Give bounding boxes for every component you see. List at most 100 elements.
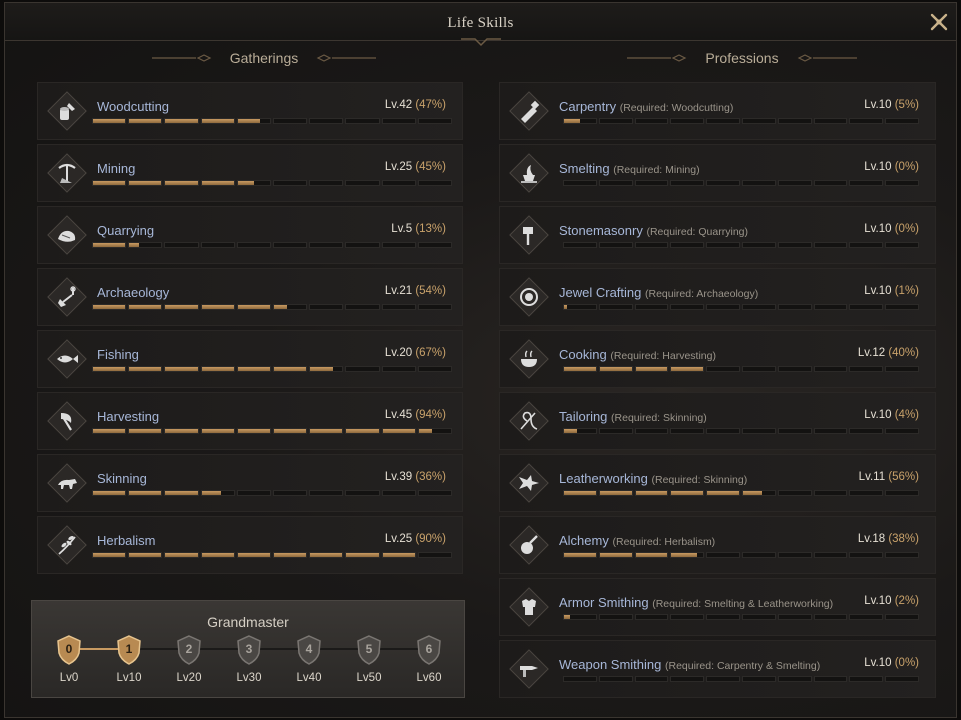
progress-segment <box>92 366 127 372</box>
progress-segment <box>670 614 705 620</box>
skill-name: Herbalism <box>97 533 156 548</box>
progress-segment <box>309 366 344 372</box>
progress-segment <box>309 118 344 124</box>
skill-name: Alchemy (Required: Herbalism) <box>559 533 715 548</box>
skill-row-weapon-smithing[interactable]: Weapon Smithing (Required: Carpentry & S… <box>499 640 936 698</box>
grandmaster-tier-badge[interactable]: 2 <box>175 635 203 665</box>
progress-segment <box>885 676 919 682</box>
skill-row-jewel-crafting[interactable]: Jewel Crafting (Required: Archaeology) Lv… <box>499 268 936 326</box>
progress-segment <box>128 242 163 248</box>
quarrying-icon <box>47 215 87 255</box>
skill-level: Lv.10 (0%) <box>864 657 919 669</box>
cooking-icon <box>509 339 549 379</box>
progress-segment <box>706 614 740 620</box>
stonemasonry-icon <box>509 215 549 255</box>
skill-row-stonemasonry[interactable]: Stonemasonry (Required: Quarrying) Lv.10 … <box>499 206 936 264</box>
grandmaster-tier-badge[interactable]: 0 <box>55 635 83 665</box>
skill-level: Lv.10 (4%) <box>864 409 919 421</box>
skill-row-herbalism[interactable]: Herbalism Lv.25 (90%) <box>37 516 463 574</box>
progress-segment <box>777 180 812 186</box>
skill-row-carpentry[interactable]: Carpentry (Required: Woodcutting) Lv.10 (… <box>499 82 936 140</box>
progress-segment <box>309 552 344 558</box>
progress-segment <box>813 366 848 372</box>
skill-row-tailoring[interactable]: Tailoring (Required: Skinning) Lv.10 (4%) <box>499 392 936 450</box>
skill-requirement: (Required: Quarrying) <box>646 226 748 238</box>
progress-segment <box>813 428 848 434</box>
skill-name: Woodcutting <box>97 99 169 114</box>
tier-number: 6 <box>425 642 433 656</box>
progress-segment <box>777 490 812 496</box>
progress-segment <box>273 118 308 124</box>
skill-name-label: Skinning <box>97 471 147 486</box>
skill-row-smelting[interactable]: Smelting (Required: Mining) Lv.10 (0%) <box>499 144 936 202</box>
skill-row-woodcutting[interactable]: Woodcutting Lv.42 (47%) <box>37 82 463 140</box>
grandmaster-tier-badge[interactable]: 1 <box>115 635 143 665</box>
grandmaster-tier-badge[interactable]: 3 <box>235 635 263 665</box>
skill-row-harvesting[interactable]: Harvesting Lv.45 (94%) <box>37 392 463 450</box>
progress-segment <box>777 428 812 434</box>
progress-segment <box>706 490 740 496</box>
progress-segment <box>813 242 848 248</box>
level-value: Lv.10 <box>864 657 892 669</box>
grandmaster-tier-badge[interactable]: 5 <box>355 635 383 665</box>
progress-segment <box>309 304 344 310</box>
progress-segment <box>885 552 919 558</box>
skill-progress-bar <box>563 366 919 372</box>
progress-segment <box>598 304 633 310</box>
progress-segment <box>741 118 776 124</box>
skill-name-label: Alchemy <box>559 533 609 548</box>
progress-segment <box>164 552 199 558</box>
mining-icon <box>47 153 87 193</box>
level-percent: (0%) <box>894 161 919 173</box>
progress-segment <box>563 428 597 434</box>
skill-row-mining[interactable]: Mining Lv.25 (45%) <box>37 144 463 202</box>
header-ornament-icon <box>316 54 377 62</box>
skill-row-fishing[interactable]: Fishing Lv.20 (67%) <box>37 330 463 388</box>
progress-segment <box>598 614 633 620</box>
progress-segment <box>164 490 199 496</box>
skill-row-quarrying[interactable]: Quarrying Lv.5 (13%) <box>37 206 463 264</box>
progress-segment <box>417 118 453 124</box>
skill-row-leatherworking[interactable]: Leatherworking (Required: Skinning) Lv.11… <box>499 454 936 512</box>
skill-name-label: Cooking <box>559 347 607 362</box>
progress-segment <box>777 614 812 620</box>
progress-segment <box>345 490 380 496</box>
skill-requirement: (Required: Harvesting) <box>610 350 716 362</box>
level-value: Lv.10 <box>864 99 892 111</box>
weapon-smithing-icon <box>509 649 549 689</box>
progress-segment <box>563 242 597 248</box>
progress-segment <box>200 180 235 186</box>
skill-row-alchemy[interactable]: Alchemy (Required: Herbalism) Lv.18 (38%) <box>499 516 936 574</box>
progress-segment <box>634 366 669 372</box>
progress-segment <box>885 118 919 124</box>
skill-name-label: Carpentry <box>559 99 617 114</box>
progress-segment <box>885 490 919 496</box>
skill-row-skinning[interactable]: Skinning Lv.39 (36%) <box>37 454 463 512</box>
progress-segment <box>634 676 669 682</box>
progress-segment <box>813 614 848 620</box>
skill-row-cooking[interactable]: Cooking (Required: Harvesting) Lv.12 (40%… <box>499 330 936 388</box>
skill-row-armor-smithing[interactable]: Armor Smithing (Required: Smelting & Lea… <box>499 578 936 636</box>
progress-segment <box>381 366 416 372</box>
gatherings-header: Gatherings <box>148 48 380 68</box>
level-value: Lv.25 <box>384 533 413 545</box>
skill-level: Lv.12 (40%) <box>858 347 919 359</box>
skill-row-archaeology[interactable]: Archaeology Lv.21 (54%) <box>37 268 463 326</box>
skill-progress-bar <box>92 366 453 372</box>
progress-segment <box>236 242 272 248</box>
level-percent: (0%) <box>894 223 919 235</box>
grandmaster-panel: Grandmaster 0 Lv0 1 Lv10 2 Lv20 3 Lv30 4 Lv40 5 Lv5… <box>31 600 465 698</box>
close-icon[interactable] <box>928 11 950 33</box>
skill-name-label: Tailoring <box>559 409 608 424</box>
level-percent: (67%) <box>415 347 446 359</box>
grandmaster-tier-badge[interactable]: 4 <box>295 635 323 665</box>
progress-segment <box>273 490 308 496</box>
grandmaster-tier-badge[interactable]: 6 <box>415 635 443 665</box>
skill-name-label: Weapon Smithing <box>559 657 662 672</box>
progress-segment <box>345 428 380 434</box>
progress-segment <box>563 118 597 124</box>
skill-name: Fishing <box>97 347 139 362</box>
skill-progress-bar <box>563 490 919 496</box>
skinning-icon <box>47 463 87 503</box>
progress-segment <box>598 180 633 186</box>
